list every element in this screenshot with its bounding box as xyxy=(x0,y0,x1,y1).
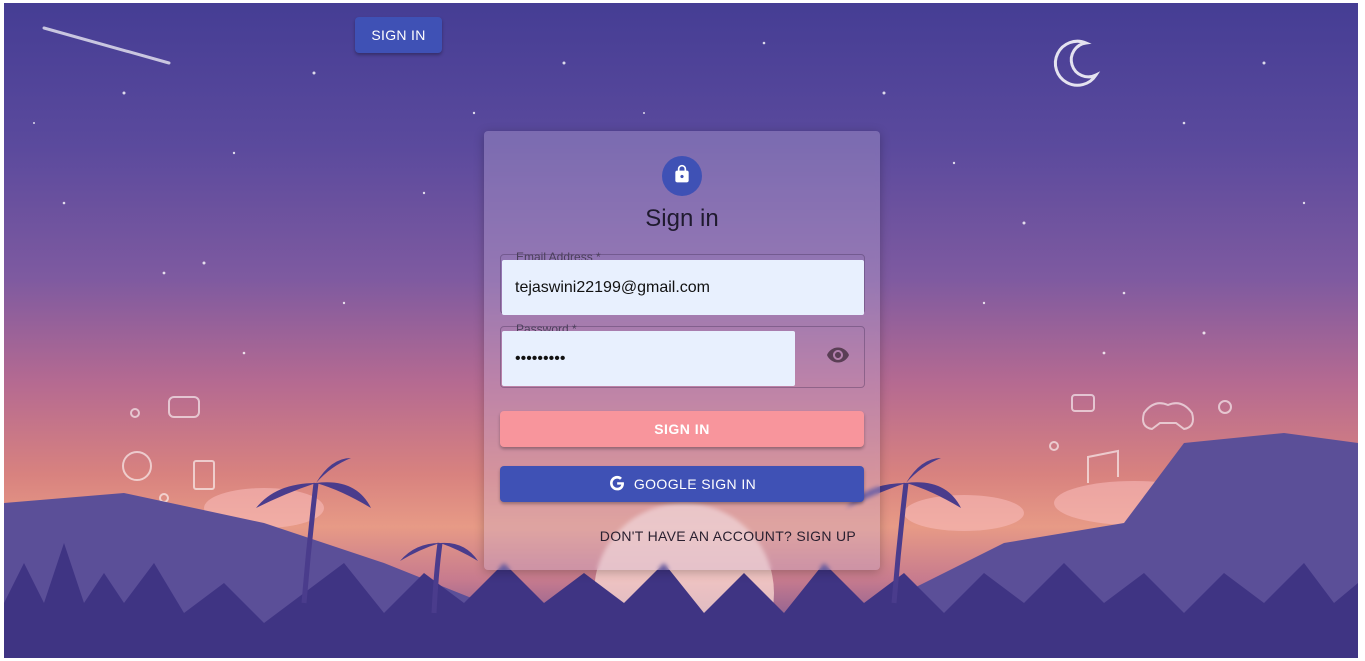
google-icon xyxy=(608,474,626,495)
lock-avatar xyxy=(662,156,702,196)
sign-up-link[interactable]: DON'T HAVE AN ACCOUNT? SIGN UP xyxy=(600,528,856,544)
email-field: Email Address * xyxy=(500,251,865,315)
header-sign-in-button[interactable]: SIGN IN xyxy=(355,17,442,53)
page-title: Sign in xyxy=(645,205,719,232)
email-input[interactable] xyxy=(502,260,864,315)
google-sign-in-button[interactable]: GOOGLE SIGN IN xyxy=(500,466,864,502)
sign-in-card: Sign in Email Address * Password * SIGN … xyxy=(484,131,880,570)
toggle-password-visibility-button[interactable] xyxy=(824,343,852,371)
password-input[interactable] xyxy=(502,331,795,386)
google-sign-in-label: GOOGLE SIGN IN xyxy=(633,476,757,492)
lock-icon xyxy=(672,164,692,189)
eye-icon xyxy=(826,343,850,372)
sign-in-button[interactable]: SIGN IN xyxy=(500,411,864,447)
password-field: Password * xyxy=(500,323,865,388)
